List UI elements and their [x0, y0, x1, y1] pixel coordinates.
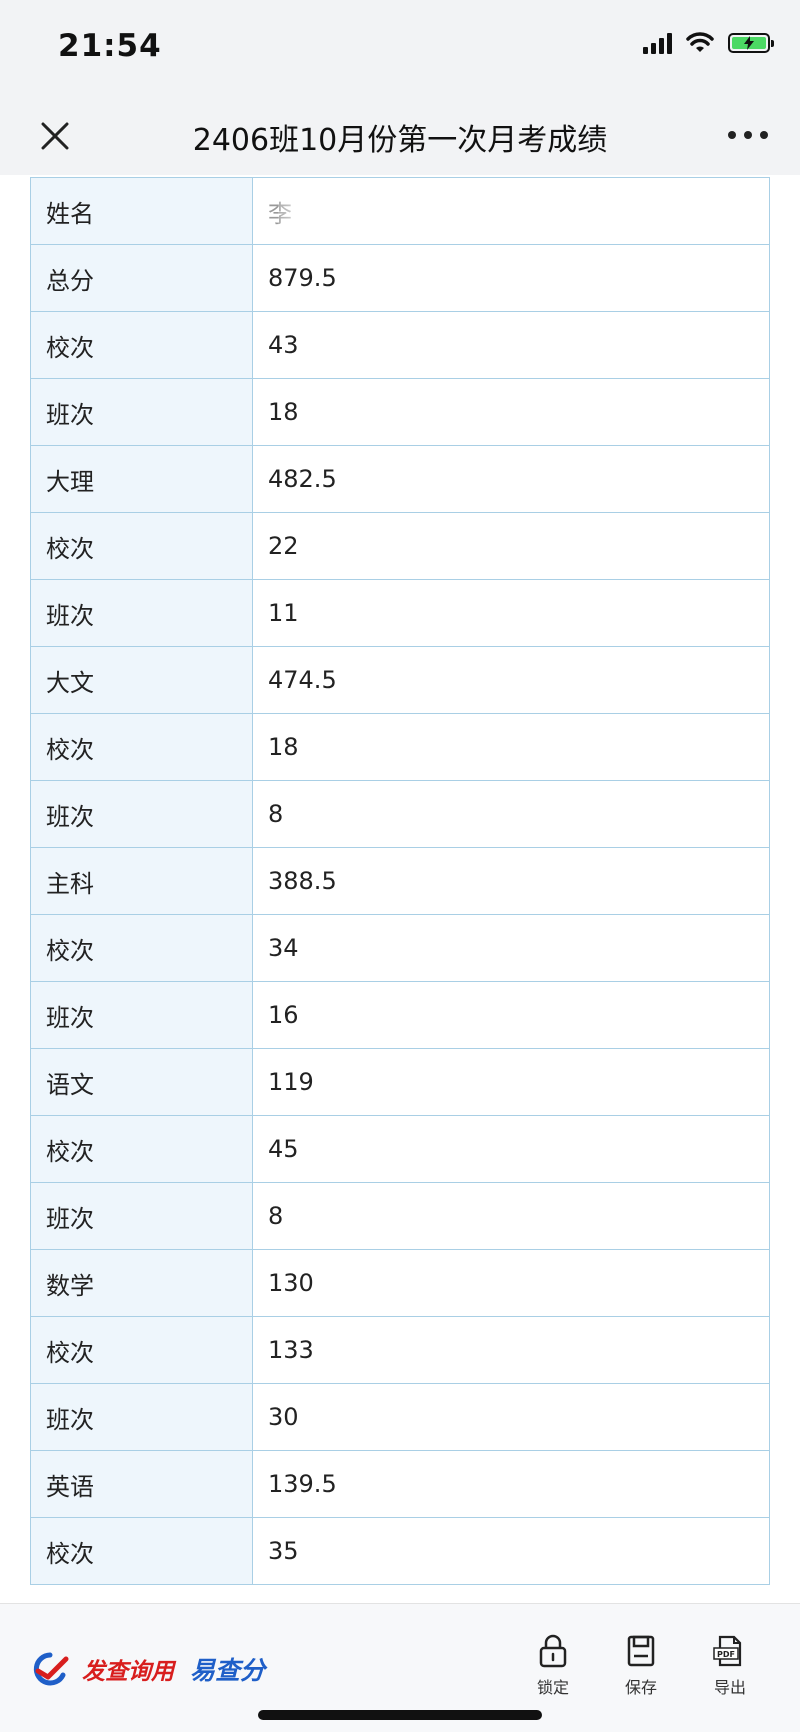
wifi-icon — [686, 32, 714, 52]
table-row: 姓名李 — [30, 177, 770, 245]
charging-icon — [744, 36, 754, 50]
more-icon-dot — [744, 131, 752, 139]
row-value: 130 — [252, 1249, 770, 1317]
row-label: 校次 — [30, 1316, 253, 1384]
table-row: 校次 34 — [30, 914, 770, 982]
table-row: 校次 35 — [30, 1517, 770, 1585]
save-icon — [627, 1635, 655, 1667]
row-value: 22 — [252, 512, 770, 580]
row-value: 119 — [252, 1048, 770, 1116]
row-value: 45 — [252, 1115, 770, 1183]
row-value: 34 — [252, 914, 770, 982]
row-label: 班次 — [30, 1383, 253, 1451]
save-label: 保存 — [624, 1678, 657, 1697]
brand-name: 易查分 — [190, 1656, 266, 1685]
pdf-export-icon: PDF — [713, 1635, 742, 1667]
brand: 发查询用 易查分 — [30, 1651, 265, 1687]
table-row: 校次 22 — [30, 512, 770, 580]
table-row: 校次 43 — [30, 311, 770, 379]
status-time: 21:54 — [58, 28, 162, 64]
row-label: 总分 — [30, 244, 253, 312]
table-row: 数学 130 — [30, 1249, 770, 1317]
row-label: 校次 — [30, 914, 253, 982]
table-row: 班次 16 — [30, 981, 770, 1049]
save-button[interactable]: 保存 — [611, 1634, 671, 1698]
brand-logo-icon — [33, 1652, 69, 1686]
lock-button[interactable]: 锁定 — [523, 1634, 583, 1698]
table-row: 校次 18 — [30, 713, 770, 781]
row-label: 班次 — [30, 378, 253, 446]
table-row: 班次 30 — [30, 1383, 770, 1451]
row-label: 姓名 — [30, 177, 253, 245]
row-value: 43 — [252, 311, 770, 379]
row-label: 班次 — [30, 579, 253, 647]
row-label: 英语 — [30, 1450, 253, 1518]
row-label: 语文 — [30, 1048, 253, 1116]
table-row: 校次 133 — [30, 1316, 770, 1384]
page-title: 2406班10月份第一次月考成绩 — [192, 123, 608, 158]
row-value: 16 — [252, 981, 770, 1049]
cellular-signal-icon — [643, 32, 672, 54]
row-value: 133 — [252, 1316, 770, 1384]
table-row: 班次 11 — [30, 579, 770, 647]
row-label: 校次 — [30, 713, 253, 781]
row-label: 大文 — [30, 646, 253, 714]
lock-label: 锁定 — [536, 1678, 569, 1697]
row-value: 879.5 — [252, 244, 770, 312]
row-label: 班次 — [30, 780, 253, 848]
row-value: 18 — [252, 378, 770, 446]
row-value: 8 — [252, 1182, 770, 1250]
score-content[interactable]: 姓名李总分879.5校次43班次18大理482.5校次22班次11大文474.5… — [0, 175, 800, 1603]
table-row: 大理 482.5 — [30, 445, 770, 513]
home-indicator[interactable] — [258, 1710, 542, 1720]
score-table: 姓名李总分879.5校次43班次18大理482.5校次22班次11大文474.5… — [30, 177, 770, 1585]
row-label: 校次 — [30, 311, 253, 379]
battery-icon — [728, 33, 774, 53]
row-label: 班次 — [30, 981, 253, 1049]
row-label: 校次 — [30, 512, 253, 580]
row-value: 35 — [252, 1517, 770, 1585]
table-row: 班次 8 — [30, 1182, 770, 1250]
export-label: 导出 — [713, 1678, 746, 1697]
table-row: 班次 8 — [30, 780, 770, 848]
table-row: 主科 388.5 — [30, 847, 770, 915]
row-label: 校次 — [30, 1517, 253, 1585]
more-icon-dot — [760, 131, 768, 139]
row-value: 18 — [252, 713, 770, 781]
row-label: 校次 — [30, 1115, 253, 1183]
more-button[interactable] — [728, 125, 768, 145]
row-value: 139.5 — [252, 1450, 770, 1518]
student-name-value: 李 — [252, 177, 770, 245]
nav-bar: 2406班10月份第一次月考成绩 — [0, 95, 800, 175]
lock-icon — [539, 1634, 567, 1668]
table-row: 语文 119 — [30, 1048, 770, 1116]
row-label: 数学 — [30, 1249, 253, 1317]
row-value: 474.5 — [252, 646, 770, 714]
row-value: 8 — [252, 780, 770, 848]
table-row: 校次 45 — [30, 1115, 770, 1183]
row-value: 11 — [252, 579, 770, 647]
status-icons — [643, 32, 774, 54]
table-row: 英语 139.5 — [30, 1450, 770, 1518]
status-bar: 21:54 — [0, 0, 800, 95]
row-label: 大理 — [30, 445, 253, 513]
brand-slogan: 发查询用 — [82, 1658, 174, 1685]
more-icon-dot — [728, 131, 736, 139]
name-redaction-mask — [278, 201, 318, 228]
row-value: 388.5 — [252, 847, 770, 915]
row-value: 30 — [252, 1383, 770, 1451]
export-button[interactable]: PDF 导出 — [700, 1634, 760, 1698]
table-row: 总分 879.5 — [30, 244, 770, 312]
row-label: 班次 — [30, 1182, 253, 1250]
table-row: 班次 18 — [30, 378, 770, 446]
table-row: 大文 474.5 — [30, 646, 770, 714]
row-label: 主科 — [30, 847, 253, 915]
pdf-icon-text: PDF — [717, 1650, 735, 1659]
row-value: 482.5 — [252, 445, 770, 513]
